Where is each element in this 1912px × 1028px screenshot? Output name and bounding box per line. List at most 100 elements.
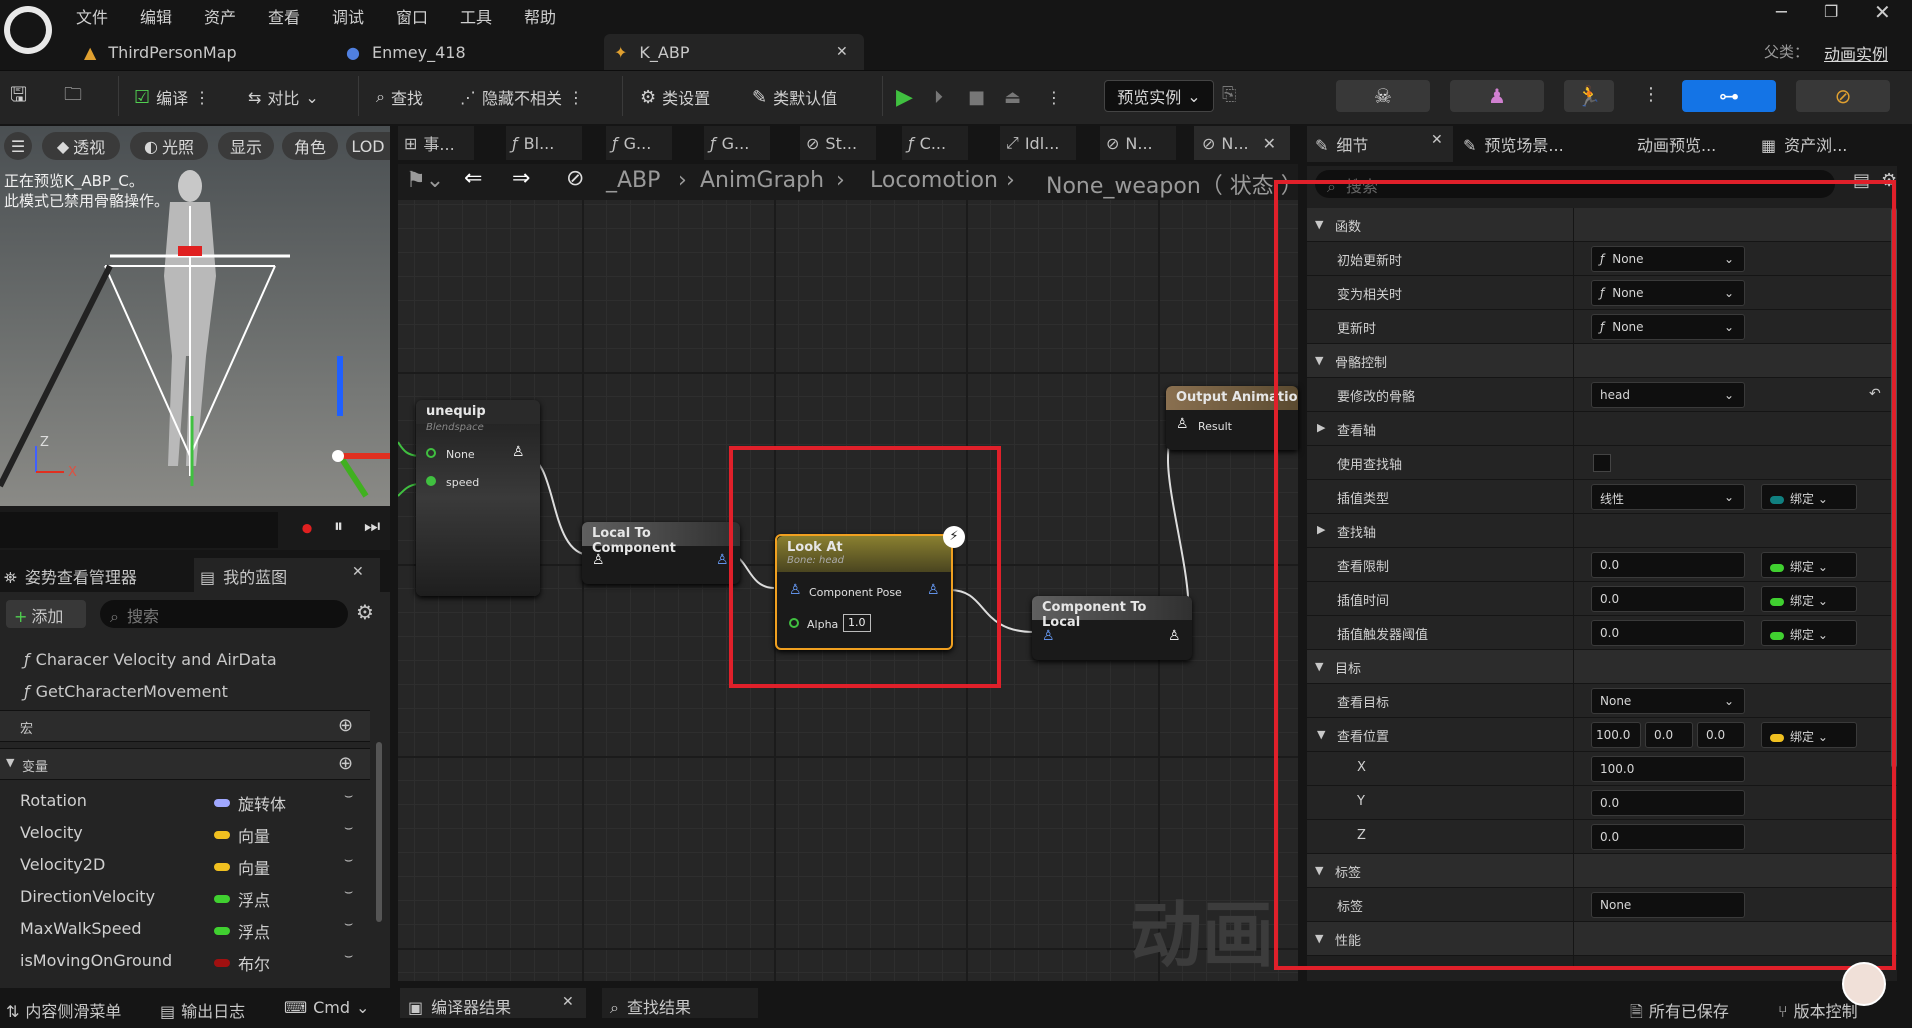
eye-closed-icon[interactable]: ⌣ — [344, 820, 353, 836]
blueprint-search-input[interactable]: ⌕ 搜索 — [100, 600, 348, 628]
more-icon[interactable]: ⋮ — [1642, 84, 1660, 105]
close-tab-icon[interactable]: ✕ — [836, 44, 848, 60]
graph-tab[interactable]: ⊘ N... — [1100, 126, 1176, 160]
tab-find-results[interactable]: ⌕ 查找结果 — [602, 988, 758, 1018]
forward-arrow-icon[interactable]: ⇒ — [512, 166, 530, 191]
graph-tab[interactable]: ⊞ 事... — [398, 126, 474, 160]
close-tab-icon[interactable]: ✕ — [1431, 132, 1443, 148]
graph-tab-active[interactable]: ⊘ N... ✕ — [1194, 126, 1290, 160]
tab-compiler-results[interactable]: ▣ 编译器结果 ✕ — [400, 988, 586, 1018]
pose-pin-icon[interactable]: ♙ — [512, 444, 525, 460]
variables-category[interactable]: ▼ 变量 ⊕ — [0, 748, 370, 780]
graph-tab[interactable]: ⤢ Idl... — [1000, 126, 1076, 160]
minimize-button[interactable]: ─ — [1776, 2, 1787, 23]
tab-my-blueprint[interactable]: ▤ 我的蓝图 ✕ — [194, 558, 380, 592]
menu-view[interactable]: 查看 — [268, 4, 300, 28]
class-settings-button[interactable]: ⚙ 类设置 — [640, 82, 710, 112]
menu-asset[interactable]: 资产 — [204, 4, 236, 28]
scrollbar[interactable] — [376, 742, 382, 922]
unreal-logo-icon[interactable] — [4, 6, 52, 54]
animation-mode-button[interactable]: 🏃 — [1564, 80, 1614, 112]
graph-tab[interactable]: ƒ G... — [606, 126, 672, 160]
pose-pin-icon[interactable]: ♙ — [1168, 628, 1181, 644]
close-tab-icon[interactable]: ✕ — [1263, 134, 1276, 153]
content-drawer-button[interactable]: ⇅ 内容侧滑菜单 — [6, 998, 121, 1022]
version-control-button[interactable]: ⑂ 版本控制 — [1778, 998, 1858, 1022]
add-macro-icon[interactable]: ⊕ — [338, 715, 353, 736]
eject-button[interactable]: ⏏ — [1004, 82, 1021, 112]
play-button[interactable]: ▶ — [896, 82, 913, 112]
tab-thirdpersonmap[interactable]: ▲ ThirdPersonMap — [80, 34, 320, 70]
play-options-button[interactable]: ⋮ — [1046, 82, 1062, 112]
graph-tab[interactable]: ƒ C... — [902, 126, 968, 160]
add-variable-icon[interactable]: ⊕ — [338, 753, 353, 774]
float-pin-icon[interactable] — [426, 448, 436, 458]
eye-closed-icon[interactable]: ⌣ — [344, 852, 353, 868]
blueprint-mode-button[interactable]: ⊶ — [1682, 80, 1776, 112]
cmd-dropdown[interactable]: ⌨ Cmd ⌄ — [284, 998, 369, 1017]
pose-pin-icon[interactable]: ♙ — [1176, 416, 1189, 432]
menu-window[interactable]: 窗口 — [396, 4, 428, 28]
graph-tab[interactable]: ƒ Bl... — [506, 126, 582, 160]
physics-mode-button[interactable]: ⊘ — [1796, 80, 1890, 112]
diff-button[interactable]: ⇆ 对比 ⌄ — [248, 82, 319, 112]
step-button[interactable]: ⏵ — [934, 82, 943, 112]
preview-viewport[interactable]: ☰ ◆ 透视 ◐ 光照 显示 角色 LOD 正在预览K_ABP_C。 此模式已禁用骨… — [0, 126, 390, 506]
function-item[interactable]: ƒ GetCharacterMovement — [24, 682, 228, 701]
tab-asset-browser[interactable]: ▦ 资产浏... — [1761, 132, 1847, 156]
bookmark-icon[interactable]: ⚑⌄ — [406, 168, 444, 193]
eye-closed-icon[interactable]: ⌣ — [344, 948, 353, 964]
node-local-to-component[interactable]: Local To Component ♙ ♙ — [582, 522, 740, 584]
step-forward-icon[interactable]: ⏭ — [364, 516, 380, 537]
restore-button[interactable]: ❐ — [1824, 2, 1838, 21]
breadcrumb-item[interactable]: None_weapon（ 状态 ） — [1046, 168, 1296, 200]
node-unequip[interactable]: unequip Blendspace None ♙ speed — [416, 400, 540, 596]
stop-button[interactable]: ■ — [968, 82, 985, 112]
class-defaults-button[interactable]: ✎ 类默认值 — [752, 82, 837, 112]
close-tab-icon[interactable]: ✕ — [352, 564, 364, 580]
graph-tab[interactable]: ⊘ St... — [800, 126, 876, 160]
close-window-button[interactable]: ✕ — [1874, 0, 1891, 24]
tab-details[interactable]: ✎ 细节 ✕ — [1307, 126, 1453, 162]
menu-tools[interactable]: 工具 — [460, 4, 492, 28]
pose-pin-icon[interactable]: ♙ — [592, 552, 605, 568]
float-pin-icon[interactable] — [426, 476, 436, 486]
node-component-to-local[interactable]: Component To Local ♙ ♙ — [1032, 596, 1192, 660]
output-log-button[interactable]: ▤ 输出日志 — [160, 998, 245, 1022]
tab-anim-preview[interactable]: 动画预览... — [1637, 132, 1716, 156]
debug-filter-icon[interactable]: ⎘ — [1222, 84, 1236, 105]
eye-closed-icon[interactable]: ⌣ — [344, 884, 353, 900]
breadcrumb-item[interactable]: _ABP — [606, 168, 660, 193]
tab-k-abp[interactable]: ✦ K_ABP ✕ — [604, 34, 864, 70]
mesh-mode-button[interactable]: ♟ — [1450, 80, 1544, 112]
browse-button[interactable]: 🗀 — [64, 82, 82, 112]
pause-icon[interactable]: ⏸ — [334, 516, 343, 537]
component-pose-pin-icon[interactable]: ♙ — [1042, 628, 1055, 644]
menu-debug[interactable]: 调试 — [332, 4, 364, 28]
save-button[interactable]: 🖫 — [10, 82, 27, 112]
back-arrow-icon[interactable]: ⇐ — [464, 166, 482, 191]
component-pose-pin-icon[interactable]: ♙ — [716, 552, 729, 568]
eye-closed-icon[interactable]: ⌣ — [344, 788, 353, 804]
menu-edit[interactable]: 编辑 — [140, 4, 172, 28]
tab-pose-watch[interactable]: ⛯ 姿势查看管理器 — [4, 564, 137, 588]
hide-unrelated-button[interactable]: ⋰ 隐藏不相关 ⋮ — [460, 82, 584, 112]
menu-file[interactable]: 文件 — [76, 4, 108, 28]
skeleton-mode-button[interactable]: ☠ — [1336, 80, 1430, 112]
breadcrumb-item[interactable]: AnimGraph — [700, 168, 824, 193]
add-button[interactable]: + 添加 — [6, 600, 86, 628]
breadcrumb-item[interactable]: Locomotion — [870, 168, 998, 193]
timeline-field[interactable] — [0, 512, 278, 548]
parent-class-link[interactable]: 动画实例 — [1824, 41, 1888, 65]
all-saved-button[interactable]: 🗎 所有已保存 — [1630, 998, 1729, 1028]
function-item[interactable]: ƒ Characer Velocity and AirData — [24, 650, 277, 669]
settings-gear-icon[interactable]: ⚙ — [356, 600, 374, 624]
macro-category[interactable]: 宏 ⊕ — [0, 710, 370, 742]
tab-preview-scene[interactable]: ✎ 预览场景... — [1463, 132, 1564, 156]
graph-tab[interactable]: ƒ G... — [704, 126, 770, 160]
record-icon[interactable]: ⏺ — [302, 516, 312, 540]
menu-help[interactable]: 帮助 — [524, 4, 556, 28]
preview-instance-dropdown[interactable]: 预览实例 ⌄ — [1104, 80, 1214, 112]
eye-closed-icon[interactable]: ⌣ — [344, 916, 353, 932]
find-button[interactable]: ⌕ 查找 — [376, 82, 423, 112]
